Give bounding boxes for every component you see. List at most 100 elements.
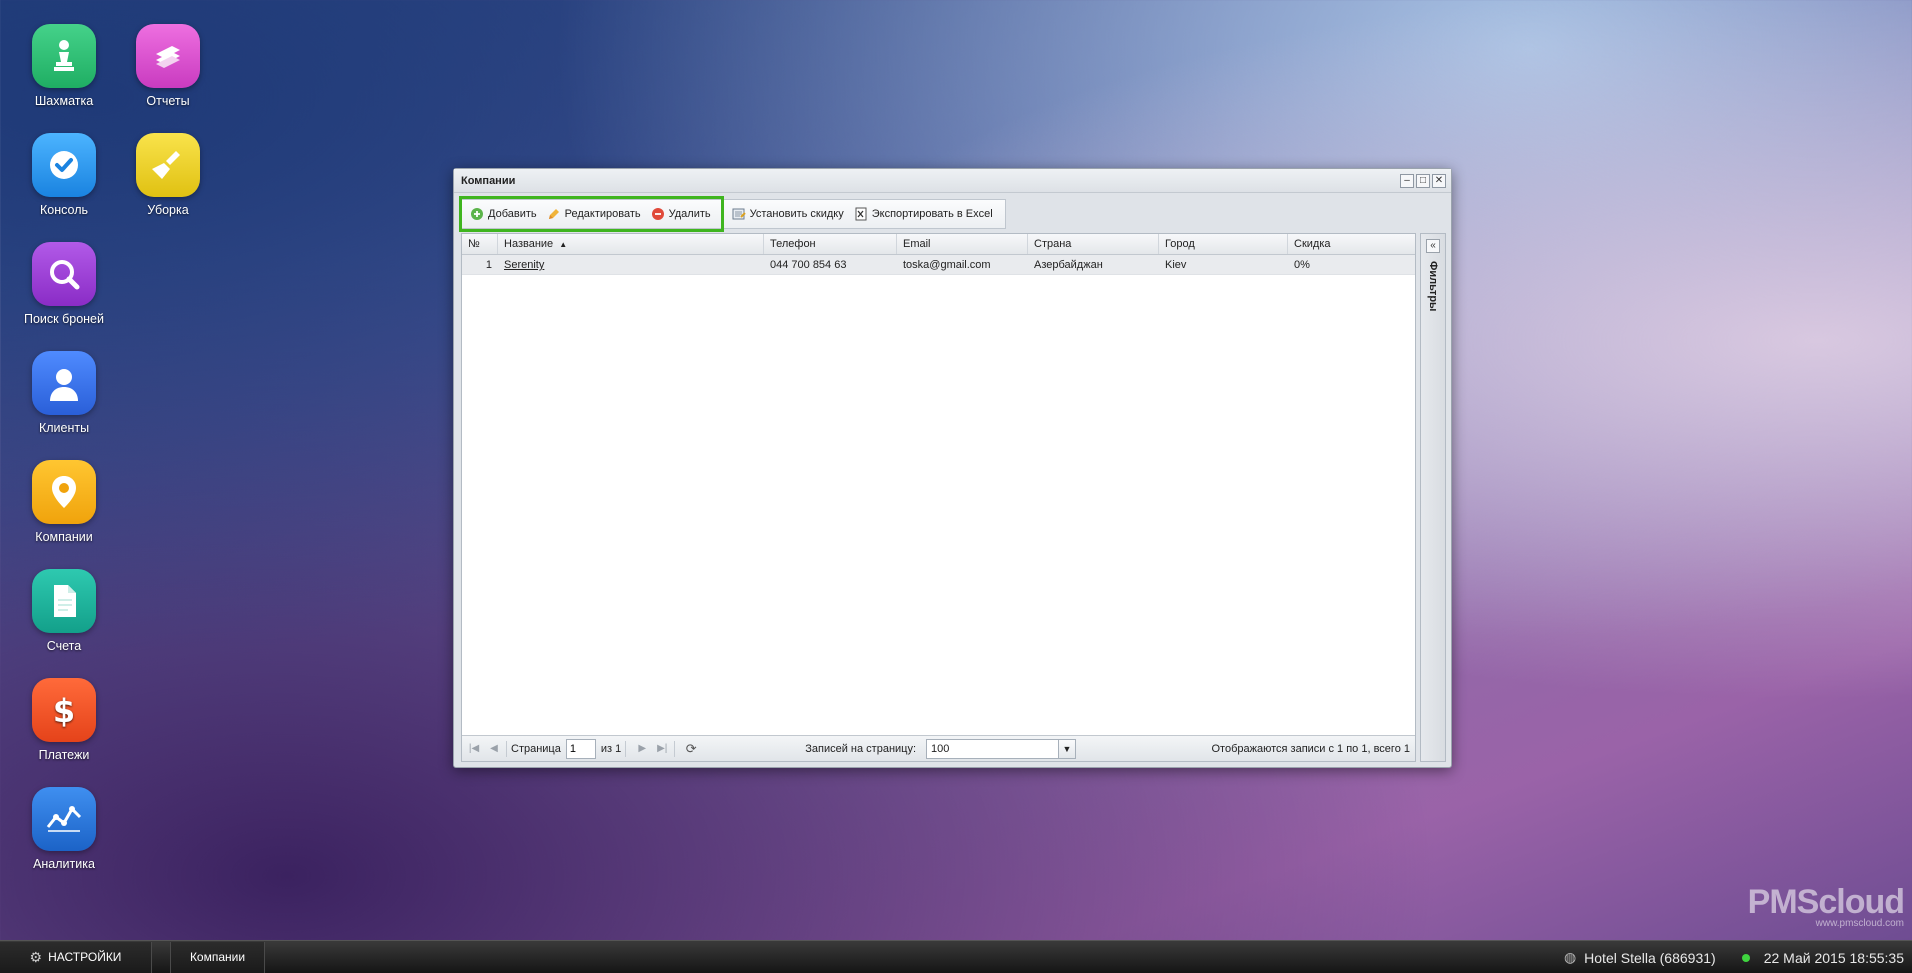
settings-button[interactable]: ⚙ НАСТРОЙКИ — [0, 941, 152, 973]
desktop-icon-label: Уборка — [147, 203, 189, 217]
excel-icon — [855, 207, 867, 221]
gear-icon: ⚙ — [29, 948, 43, 965]
toolbar: Добавить Редактировать Удалить Установит… — [459, 196, 1006, 232]
globe-icon: ◍ — [1563, 949, 1577, 965]
clock: 22 Май 2015 18:55:35 — [1763, 949, 1904, 966]
companies-window: Компании – □ ✕ Добавить Редактировать Уд… — [453, 168, 1452, 768]
refresh-icon[interactable]: ⟳ — [683, 741, 699, 757]
first-page-icon[interactable]: |◀ — [466, 741, 482, 757]
pmscloud-logo: PMScloud — [1747, 883, 1905, 921]
desktop-icon-label: Счета — [46, 639, 82, 653]
taskbar-window-kompanii[interactable]: Компании — [170, 941, 265, 973]
line-chart-icon — [32, 787, 96, 851]
pager-separator — [506, 740, 507, 757]
desktop-icon-scheta[interactable]: Счета — [9, 569, 119, 653]
edit-label: Редактировать — [564, 208, 641, 220]
table-row[interactable]: 1 Serenity 044 700 854 63 toska@gmail.co… — [462, 255, 1415, 275]
cell-discount: 0% — [1294, 259, 1310, 271]
pager-separator — [674, 740, 676, 757]
hotel-name[interactable]: Hotel Stella (686931) — [1584, 950, 1716, 966]
cell-phone: 044 700 854 63 — [770, 259, 847, 271]
prev-page-icon[interactable]: ◀ — [486, 741, 502, 757]
column-header-discount[interactable]: Скидка — [1288, 234, 1415, 254]
cell-email: toska@gmail.com — [903, 259, 991, 271]
desktop-icon-label: Платежи — [38, 748, 90, 762]
filters-panel[interactable]: « Фильтры — [1420, 233, 1446, 762]
desktop-icon-analitika[interactable]: Аналитика — [9, 787, 119, 871]
discount-icon — [732, 208, 746, 220]
magnifier-icon — [32, 242, 96, 306]
column-header-num[interactable]: № — [462, 234, 498, 254]
desktop-icon-label: Клиенты — [38, 421, 90, 435]
export-excel-label: Экспортировать в Excel — [871, 208, 993, 220]
maximize-icon[interactable]: □ — [1416, 174, 1430, 188]
companies-grid: № Название ▲ Телефон Email Страна Город … — [461, 233, 1416, 762]
column-header-name-label: Название — [504, 238, 554, 250]
minimize-icon[interactable]: – — [1400, 174, 1414, 188]
export-excel-button[interactable]: Экспортировать в Excel — [850, 203, 999, 225]
toolbar-highlight-group: Добавить Редактировать Удалить — [459, 196, 724, 232]
settings-label: НАСТРОЙКИ — [48, 950, 122, 964]
cell-country: Азербайджан — [1034, 259, 1103, 271]
grid-header: № Название ▲ Телефон Email Страна Город … — [462, 234, 1415, 255]
delete-button[interactable]: Удалить — [647, 203, 717, 225]
edit-button[interactable]: Редактировать — [543, 203, 647, 225]
chevron-down-icon[interactable]: ▼ — [1058, 739, 1076, 758]
pager-separator — [625, 740, 627, 757]
desktop-icon-label: Поиск броней — [23, 312, 104, 326]
desktop-icon-konsol[interactable]: Консоль — [9, 133, 119, 217]
set-discount-label: Установить скидку — [749, 208, 844, 220]
column-header-email[interactable]: Email — [897, 234, 1028, 254]
sort-asc-icon: ▲ — [559, 240, 568, 249]
delete-label: Удалить — [668, 208, 711, 220]
pmscloud-watermark: PMScloud www.pmscloud.com — [1747, 883, 1905, 929]
add-button[interactable]: Добавить — [466, 203, 543, 225]
taskbar-status: ◍ Hotel Stella (686931) 22 Май 2015 18:5… — [1564, 941, 1904, 973]
desktop-icon-uborka[interactable]: Уборка — [113, 133, 223, 217]
desktop-icon-kompanii[interactable]: Компании — [9, 460, 119, 544]
add-icon — [471, 208, 483, 220]
pager: |◀ ◀ Страница из 1 ▶ ▶| ⟳ Записей на стр… — [462, 735, 1415, 761]
desktop-icon-otchety[interactable]: Отчеты — [113, 24, 223, 108]
next-page-icon[interactable]: ▶ — [634, 741, 650, 757]
pencil-icon — [548, 209, 559, 219]
desktop-icon-klienty[interactable]: Клиенты — [9, 351, 119, 435]
page-of-label: из 1 — [600, 742, 622, 755]
cell-num: 1 — [485, 259, 492, 271]
checkmark-icon — [32, 133, 96, 197]
per-page-select[interactable]: 100 ▼ — [926, 738, 1077, 759]
map-pin-icon — [32, 460, 96, 524]
per-page-label: Записей на страницу: — [805, 742, 917, 755]
desktop-icon-platezhi[interactable]: $ Платежи — [9, 678, 119, 762]
books-icon — [136, 24, 200, 88]
per-page-value: 100 — [931, 742, 950, 755]
page-input[interactable] — [565, 738, 596, 759]
last-page-icon[interactable]: ▶| — [654, 741, 670, 757]
desktop-icon-label: Отчеты — [146, 94, 190, 108]
column-header-phone[interactable]: Телефон — [764, 234, 897, 254]
svg-text:$: $ — [53, 692, 75, 730]
chess-pawn-icon — [32, 24, 96, 88]
desktop-icon-poisk-broney[interactable]: Поиск броней — [9, 242, 119, 326]
cell-name-link[interactable]: Serenity — [498, 255, 764, 274]
desktop-icon-shakhmatka[interactable]: Шахматка — [9, 24, 119, 108]
delete-icon — [651, 208, 664, 220]
filters-label: Фильтры — [1427, 261, 1439, 312]
desktop-icon-label: Шахматка — [34, 94, 94, 108]
pager-summary: Отображаются записи с 1 по 1, всего 1 — [1211, 742, 1411, 755]
collapse-left-icon[interactable]: « — [1426, 239, 1440, 253]
taskbar: ⚙ НАСТРОЙКИ Компании ◍ Hotel Stella (686… — [0, 940, 1912, 973]
column-header-country[interactable]: Страна — [1028, 234, 1159, 254]
broom-icon — [136, 133, 200, 197]
page-label: Страница — [511, 742, 561, 755]
taskbar-spacer — [152, 942, 170, 973]
set-discount-button[interactable]: Установить скидку — [728, 203, 850, 225]
cell-city: Kiev — [1165, 259, 1187, 271]
desktop-icon-label: Консоль — [39, 203, 88, 217]
close-icon[interactable]: ✕ — [1432, 174, 1446, 188]
column-header-city[interactable]: Город — [1159, 234, 1288, 254]
window-title[interactable]: Компании — [454, 169, 1451, 193]
window-controls: – □ ✕ — [1400, 174, 1446, 188]
column-header-name[interactable]: Название ▲ — [498, 234, 764, 254]
dollar-icon: $ — [32, 678, 96, 742]
